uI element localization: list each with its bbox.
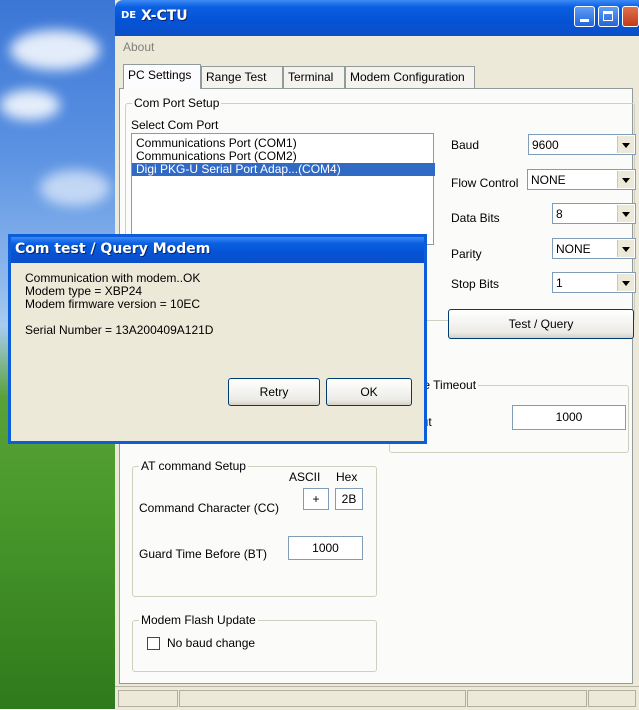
stop-bits-value: 1 xyxy=(556,276,563,290)
chevron-down-icon[interactable] xyxy=(617,240,634,257)
guard-time-before-label: Guard Time Before (BT) xyxy=(139,547,268,561)
status-bar xyxy=(115,686,639,710)
dialog-title-bar[interactable]: Com test / Query Modem xyxy=(11,237,424,263)
chevron-down-icon[interactable] xyxy=(617,274,634,291)
minimize-icon xyxy=(580,19,589,22)
baud-select[interactable]: 9600 xyxy=(528,134,636,155)
com-test-query-dialog: Com test / Query Modem Communication wit… xyxy=(8,234,427,444)
maximize-button[interactable] xyxy=(598,6,619,27)
hex-header: Hex xyxy=(336,470,358,484)
flow-control-value: NONE xyxy=(531,173,566,187)
tab-modem-configuration[interactable]: Modem Configuration xyxy=(345,66,475,88)
status-cell xyxy=(179,690,466,707)
cc-ascii-input[interactable]: + xyxy=(303,488,329,510)
dialog-serial-number: Serial Number = 13A200409A121D xyxy=(25,323,214,337)
select-com-port-label: Select Com Port xyxy=(131,118,219,132)
status-cell xyxy=(588,690,636,707)
ok-button[interactable]: OK xyxy=(326,378,412,406)
minimize-button[interactable] xyxy=(574,6,595,27)
app-icon: DE xyxy=(121,10,137,21)
parity-value: NONE xyxy=(556,242,591,256)
stop-bits-select[interactable]: 1 xyxy=(552,272,636,293)
stop-bits-label: Stop Bits xyxy=(451,277,500,291)
data-bits-value: 8 xyxy=(556,207,563,221)
tab-terminal[interactable]: Terminal xyxy=(283,66,345,88)
cloud xyxy=(10,30,100,70)
cloud xyxy=(0,90,60,120)
ascii-header: ASCII xyxy=(289,470,321,484)
chevron-down-icon[interactable] xyxy=(617,171,634,188)
tab-range-test[interactable]: Range Test xyxy=(201,66,283,88)
data-bits-label: Data Bits xyxy=(451,211,500,225)
status-cell xyxy=(467,690,587,707)
chevron-down-icon[interactable] xyxy=(617,136,634,153)
retry-button[interactable]: Retry xyxy=(228,378,320,406)
at-command-setup-label: AT command Setup xyxy=(139,459,248,473)
command-character-label: Command Character (CC) xyxy=(139,501,280,515)
dialog-line-1: Communication with modem..OK xyxy=(25,271,201,285)
guard-time-input[interactable]: 1000 xyxy=(288,536,363,560)
title-bar[interactable]: DE X-CTU xyxy=(115,0,639,36)
timeout-input[interactable]: 1000 xyxy=(512,405,626,430)
cloud xyxy=(40,170,110,206)
parity-label: Parity xyxy=(451,247,482,261)
list-item-selected[interactable]: Digi PKG-U Serial Port Adap...(COM4) xyxy=(132,163,435,176)
dialog-title: Com test / Query Modem xyxy=(15,241,211,257)
com-port-setup-label: Com Port Setup xyxy=(132,96,222,110)
window-title: X-CTU xyxy=(141,8,188,24)
status-cell xyxy=(118,690,178,707)
cc-hex-input[interactable]: 2B xyxy=(335,488,363,510)
at-command-setup-group: AT command Setup xyxy=(132,459,377,597)
baud-label: Baud xyxy=(451,138,480,152)
chevron-down-icon[interactable] xyxy=(617,205,634,222)
baud-value: 9600 xyxy=(532,138,559,152)
modem-flash-update-label: Modem Flash Update xyxy=(139,613,258,627)
no-baud-change-label: No baud change xyxy=(167,636,256,650)
menu-about[interactable]: About xyxy=(123,40,154,54)
menu-bar: About xyxy=(115,36,639,58)
flow-control-select[interactable]: NONE xyxy=(527,169,636,190)
data-bits-select[interactable]: 8 xyxy=(552,203,636,224)
dialog-line-2: Modem type = XBP24 xyxy=(25,284,143,298)
parity-select[interactable]: NONE xyxy=(552,238,636,259)
test-query-button[interactable]: Test / Query xyxy=(448,309,634,339)
tab-pc-settings[interactable]: PC Settings xyxy=(123,64,201,89)
com-port-list[interactable]: Communications Port (COM1) Communication… xyxy=(131,133,435,245)
dialog-line-3: Modem firmware version = 10EC xyxy=(25,297,201,311)
no-baud-change-checkbox[interactable] xyxy=(147,637,160,650)
maximize-icon xyxy=(603,11,613,21)
close-button[interactable] xyxy=(622,6,639,27)
flow-control-label: Flow Control xyxy=(451,176,519,190)
